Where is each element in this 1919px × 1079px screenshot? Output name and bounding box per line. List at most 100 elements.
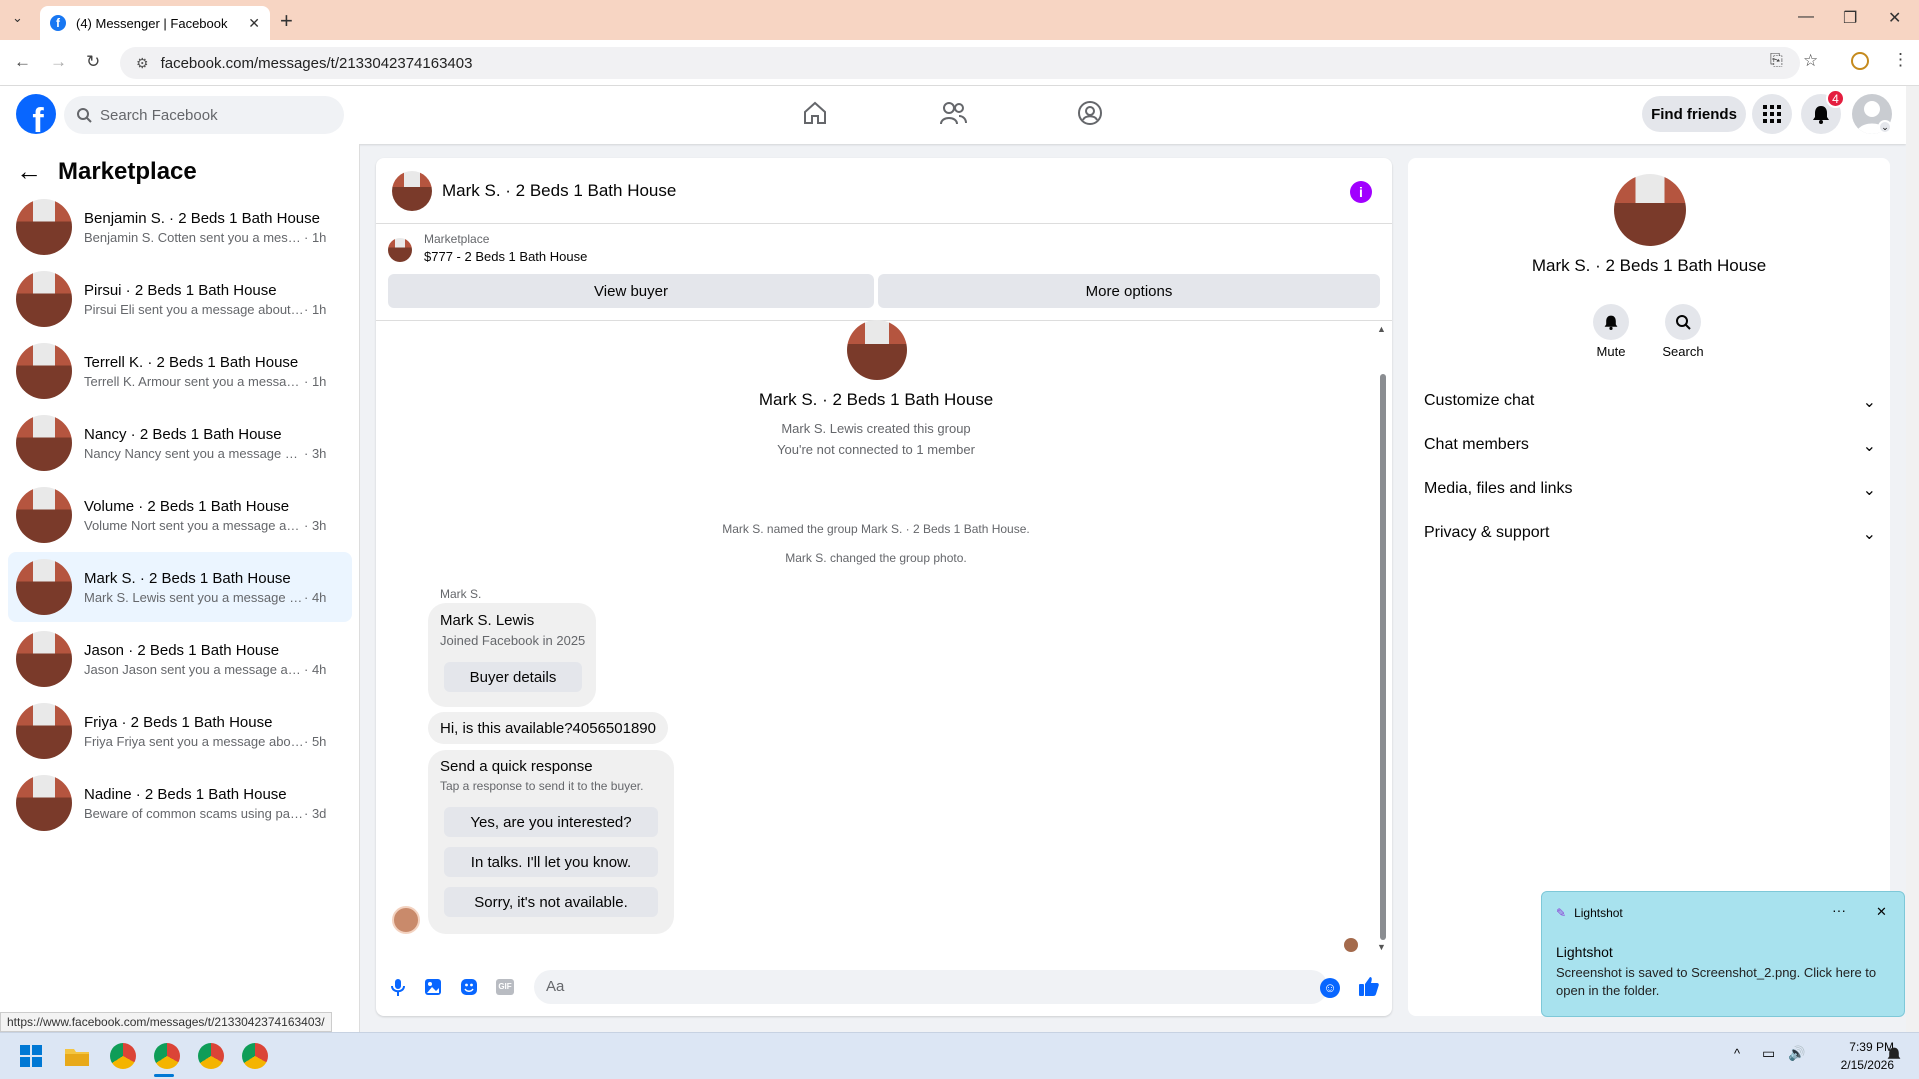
conversation-item[interactable]: Jason · 2 Beds 1 Bath House Jason Jason s… [8,624,352,694]
conversation-item[interactable]: Nadine · 2 Beds 1 Bath House Beware of co… [8,768,352,838]
facebook-logo[interactable]: f [16,94,56,134]
chrome-icon[interactable] [110,1043,136,1069]
media-files-links-section[interactable]: Media, files and links ⌄ [1424,480,1876,500]
listing-banner[interactable]: Marketplace $777 - 2 Beds 1 Bath House [388,232,587,264]
site-settings-icon[interactable]: ⚙ [136,55,149,72]
network-icon[interactable]: ▭ [1762,1045,1775,1062]
bookmark-star-icon[interactable]: ☆ [1803,51,1818,71]
address-bar[interactable]: ⚙ facebook.com/messages/t/21330423741634… [120,47,1800,79]
scroll-down-arrow-icon[interactable]: ▼ [1377,942,1386,952]
mute-label: Mute [1596,344,1626,359]
buyer-details-button[interactable]: Buyer details [444,662,582,692]
chat-avatar[interactable] [392,170,432,211]
privacy-support-section[interactable]: Privacy & support ⌄ [1424,524,1876,544]
conversation-time: · 4h [304,589,327,605]
chat-scrollbar[interactable] [1380,374,1386,940]
forward-button[interactable]: → [50,52,67,72]
back-button[interactable]: ← [14,52,31,72]
conversation-item[interactable]: Nancy · 2 Beds 1 Bath House Nancy Nancy s… [8,408,352,478]
group-name: Mark S. · 2 Beds 1 Bath House [758,390,994,409]
taskbar-time[interactable]: 7:39 PM [1814,1040,1894,1054]
chrome-icon[interactable] [154,1043,180,1069]
volume-icon[interactable]: 🔊 [1788,1045,1805,1062]
back-arrow-icon[interactable]: ← [16,156,42,187]
conversation-item[interactable]: Benjamin S. · 2 Beds 1 Bath House Benjami… [8,192,352,262]
customize-chat-section[interactable]: Customize chat ⌄ [1424,392,1876,412]
connection-text: You're not connected to 1 member [777,442,975,457]
notification-bell-icon[interactable] [1886,1046,1902,1062]
account-chevron-icon[interactable]: ⌄ [1878,120,1892,134]
thumbs-up-icon[interactable] [1358,975,1380,997]
lightshot-notification[interactable]: ✎ Lightshot ··· ✕ Lightshot Screenshot i… [1541,891,1905,1017]
friends-icon[interactable] [939,100,967,126]
active-app-indicator [154,1074,174,1077]
scroll-up-arrow-icon[interactable]: ▲ [1377,324,1386,334]
tray-chevron-icon[interactable]: ^ [1734,1046,1740,1061]
group-photo[interactable] [847,320,907,380]
reload-button[interactable]: ↻ [86,52,100,72]
details-panel [1408,158,1890,1016]
details-group-photo[interactable] [1614,174,1686,246]
conversation-preview: Nancy Nancy sent you a message abo... [84,445,304,461]
sender-avatar[interactable] [392,906,420,934]
sidebar-title: Marketplace [58,157,197,185]
page-scrollbar[interactable] [1906,86,1919,1032]
chat-title[interactable]: Mark S. · 2 Beds 1 Bath House [442,181,676,201]
new-tab-button[interactable]: + [280,8,293,34]
profile-icon[interactable] [1851,52,1869,70]
chat-members-section[interactable]: Chat members ⌄ [1424,436,1876,456]
gif-icon[interactable]: GIF [496,979,514,995]
conversation-preview: Beware of common scams using pay... [84,805,304,821]
conversation-avatar [16,559,72,615]
conversation-title: Mark S. · 2 Beds 1 Bath House [84,569,291,587]
quick-reply-in-talks[interactable]: In talks. I'll let you know. [444,847,658,877]
browser-tab[interactable]: f (4) Messenger | Facebook ✕ [40,6,270,40]
quick-reply-yes[interactable]: Yes, are you interested? [444,807,658,837]
conversation-preview: Jason Jason sent you a message abou... [84,661,304,677]
sticker-icon[interactable] [460,978,478,996]
more-options-icon[interactable]: ··· [1832,902,1846,918]
minimize-button[interactable]: — [1798,8,1814,26]
conversation-title: Volume · 2 Beds 1 Bath House [84,497,290,515]
facebook-search-input[interactable]: Search Facebook [64,96,344,134]
message-input[interactable]: Aa [534,970,1328,1004]
conversation-time: · 3d [304,805,327,821]
sidebar-header: ← Marketplace [16,156,197,187]
more-options-button[interactable]: More options [878,274,1380,308]
view-buyer-button[interactable]: View buyer [388,274,874,308]
message-bubble[interactable]: Hi, is this available?4056501890 [428,712,668,744]
conversation-item[interactable]: Pirsui · 2 Beds 1 Bath House Pirsui Eli s… [8,264,352,334]
conversation-title: Nadine · 2 Beds 1 Bath House [84,785,287,803]
home-icon[interactable] [802,100,828,126]
conversation-item[interactable]: Mark S. · 2 Beds 1 Bath House Mark S. Lew… [8,552,352,622]
quick-reply-not-available[interactable]: Sorry, it's not available. [444,887,658,917]
chrome-icon[interactable] [242,1043,268,1069]
find-friends-button[interactable]: Find friends [1642,96,1746,132]
close-window-button[interactable]: ✕ [1888,8,1901,28]
menu-grid-button[interactable] [1752,94,1792,134]
mute-button[interactable] [1593,304,1629,340]
emoji-icon[interactable]: ☺ [1320,978,1340,998]
file-explorer-icon[interactable] [64,1045,90,1067]
taskbar-date[interactable]: 2/15/2026 [1814,1058,1894,1072]
close-icon[interactable]: ✕ [1876,904,1887,920]
photo-icon[interactable] [424,978,442,996]
conversation-item[interactable]: Terrell K. · 2 Beds 1 Bath House Terrell … [8,336,352,406]
restore-button[interactable]: ❐ [1843,8,1857,28]
install-app-icon[interactable]: ⎘ [1770,52,1783,70]
groups-icon[interactable] [1077,100,1103,126]
listing-thumbnail [388,238,412,262]
close-tab-icon[interactable]: ✕ [248,15,260,32]
menu-kebab-icon[interactable]: ⋮ [1892,50,1909,70]
info-icon[interactable]: i [1350,181,1372,203]
chrome-icon[interactable] [198,1043,224,1069]
microphone-icon[interactable] [390,978,406,996]
search-conversation-button[interactable] [1665,304,1701,340]
section-label: Customize chat [1424,392,1535,409]
tab-title: (4) Messenger | Facebook [76,15,228,31]
conversation-preview: Mark S. Lewis sent you a message ab... [84,589,304,605]
windows-start-icon[interactable] [20,1045,42,1067]
conversation-item[interactable]: Friya · 2 Beds 1 Bath House Friya Friya s… [8,696,352,766]
conversation-item[interactable]: Volume · 2 Beds 1 Bath House Volume Nort … [8,480,352,550]
tab-search-chevron-icon[interactable]: ⌄ [12,10,23,26]
